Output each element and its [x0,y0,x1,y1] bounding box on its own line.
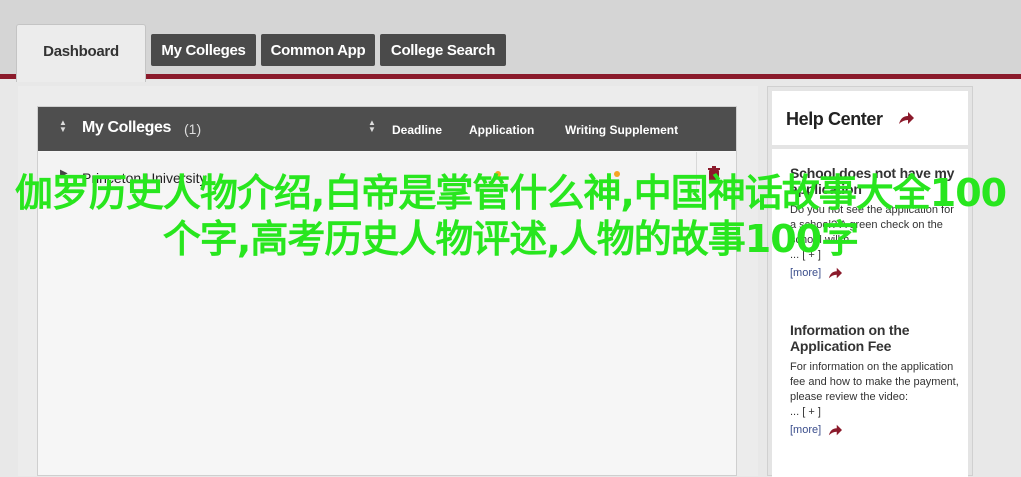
article-text: For information on the application fee a… [790,361,959,403]
deadline-sort-icon[interactable]: ▲ ▼ [368,119,376,134]
help-article: Information on the Application Fee For i… [790,322,960,437]
tab-common-app[interactable]: Common App [261,34,375,66]
nav-accent-line [0,74,1021,79]
help-center-title[interactable]: Help Center [786,109,883,130]
article-expand-toggle[interactable]: ... [ + ] [790,405,960,420]
more-link-label[interactable]: [more] [790,267,821,279]
help-center-header: Help Center [772,91,968,145]
my-colleges-widget: ▲ ▼ My Colleges (1) ▲ ▼ Deadline Applicati… [37,106,737,476]
column-writing-supplement[interactable]: Writing Supplement [565,123,678,137]
overlay-caption: 伽罗历史人物介绍,白帝是掌管什么神,中国神话故事大全100个字,高考历史人物评述… [14,171,1007,261]
more-link-label[interactable]: [more] [790,424,821,436]
sort-icon[interactable]: ▲ ▼ [59,119,67,134]
curved-arrow-icon[interactable] [897,110,915,126]
tab-my-colleges[interactable]: My Colleges [151,34,256,66]
curved-arrow-icon[interactable] [826,423,844,437]
article-more-link[interactable]: [more] [790,423,960,437]
my-colleges-count: (1) [184,121,202,137]
my-colleges-header: ▲ ▼ My Colleges (1) ▲ ▼ Deadline Applicati… [38,107,736,151]
tab-college-search[interactable]: College Search [380,34,506,66]
my-colleges-title: My Colleges [82,119,171,136]
curved-arrow-icon[interactable] [826,266,844,280]
column-deadline[interactable]: Deadline [392,123,442,137]
article-title[interactable]: Information on the Application Fee [790,322,960,354]
tab-dashboard[interactable]: Dashboard [16,24,146,82]
help-center-panel: Help Center School does not have my appl… [767,86,973,477]
column-application[interactable]: Application [469,123,534,137]
article-more-link[interactable]: [more] [790,266,960,280]
